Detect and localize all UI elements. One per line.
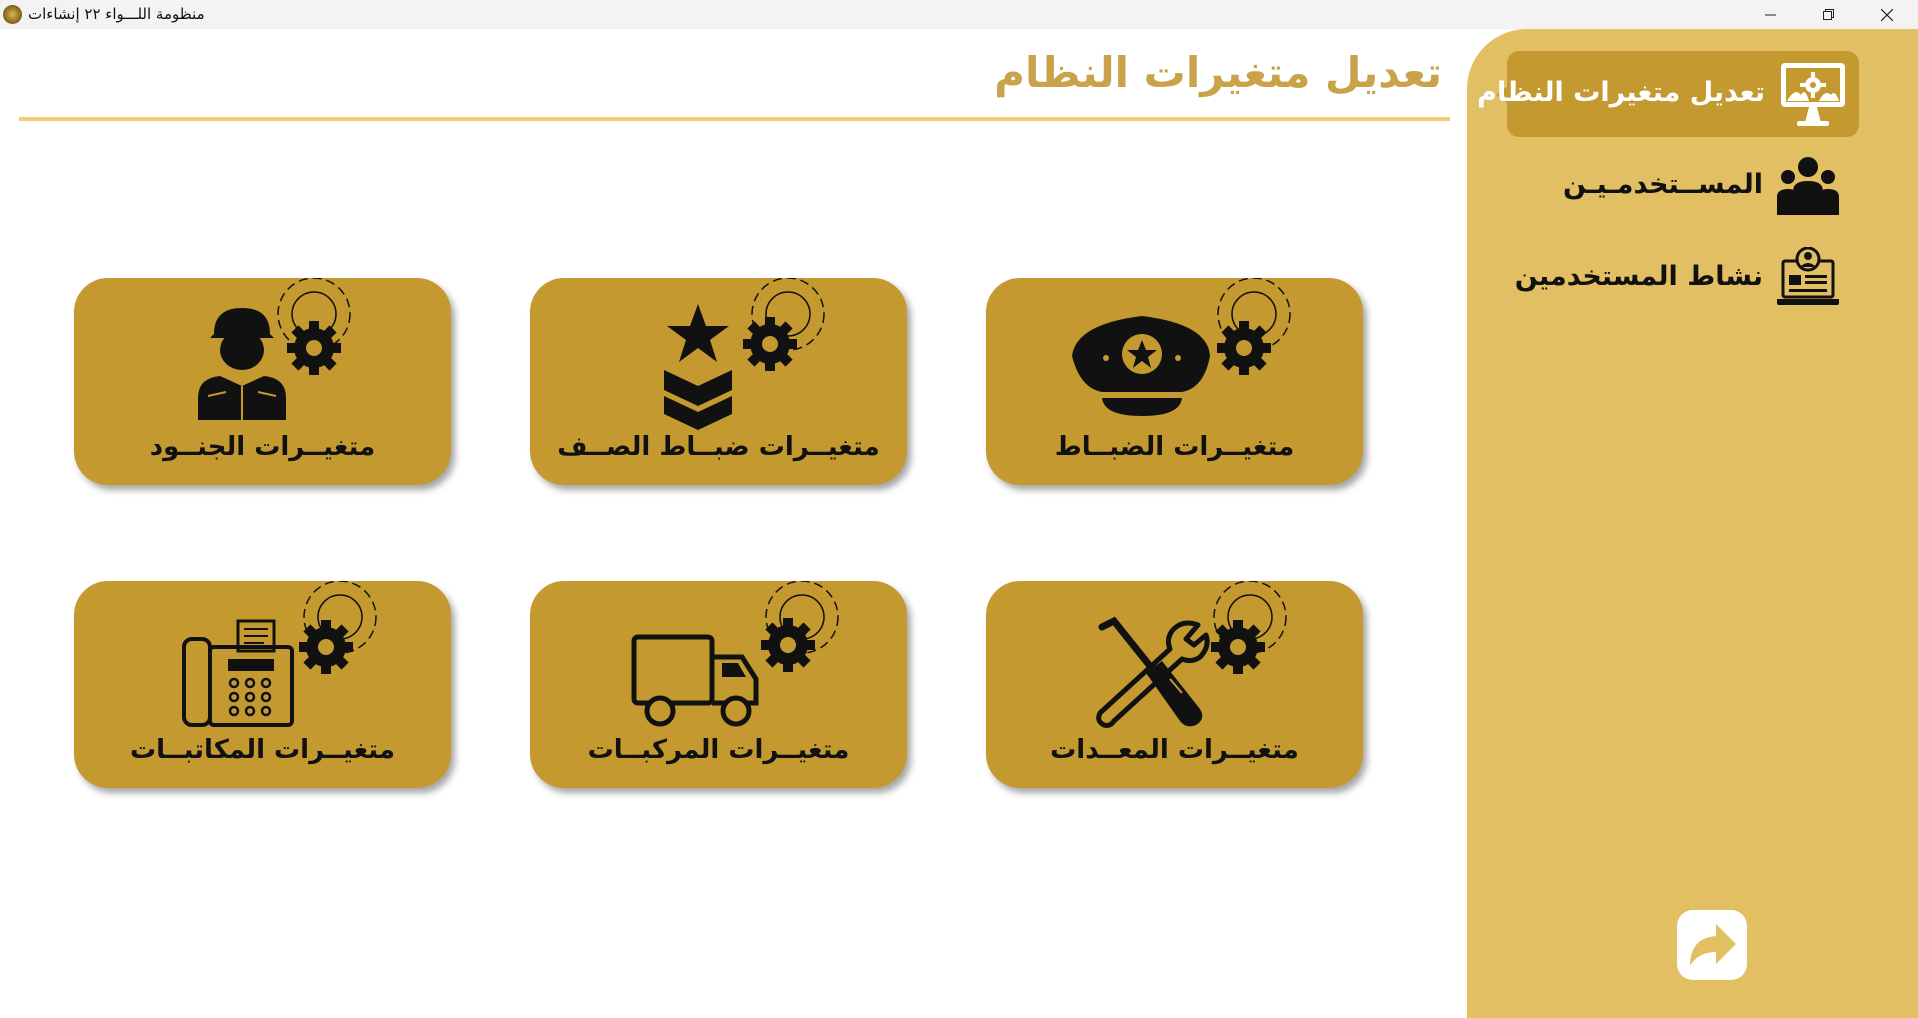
close-button[interactable] <box>1864 0 1910 29</box>
title-divider <box>19 117 1450 121</box>
minimize-button[interactable] <box>1748 0 1794 29</box>
sidebar-item-label: المســتخدمـيـن <box>1563 169 1763 200</box>
equipment-variables-card[interactable]: متغيــرات المعــدات <box>986 581 1363 788</box>
card-label: متغيــرات ضبــاط الصــف <box>557 432 880 462</box>
app-logo-icon <box>3 5 22 24</box>
restore-button[interactable] <box>1806 0 1852 29</box>
restore-icon <box>1823 8 1834 20</box>
card-label: متغيــرات المعــدات <box>1050 735 1299 765</box>
window-title: منظومة اللـــواء ٢٢ إنشاءات <box>28 5 205 23</box>
truck-settings-icon <box>631 581 839 727</box>
sidebar-item-users[interactable]: المســتخدمـيـن <box>1507 151 1859 221</box>
correspondence-variables-card[interactable]: متغيــرات المكاتبــات <box>74 581 451 788</box>
page-title: تعديل متغيرات النظام <box>994 48 1442 97</box>
officer-cap-settings-icon <box>1072 278 1291 416</box>
user-activity-laptop-icon <box>1777 247 1839 305</box>
forward-arrow-icon <box>1690 924 1736 966</box>
soldiers-variables-card[interactable]: متغيــرات الجنــود <box>74 278 451 485</box>
window-titlebar: منظومة اللـــواء ٢٢ إنشاءات <box>0 0 1918 29</box>
card-label: متغيــرات المركبــات <box>587 735 850 765</box>
officers-variables-card[interactable]: متغيــرات الضبــاط <box>986 278 1363 485</box>
card-label: متغيــرات الضبــاط <box>1054 432 1295 462</box>
close-icon <box>1881 8 1893 21</box>
card-label: متغيــرات الجنــود <box>149 432 376 462</box>
sidebar-item-user-activity[interactable]: نشاط المستخدمين <box>1507 243 1859 313</box>
soldier-settings-icon <box>198 278 351 420</box>
card-label: متغيــرات المكاتبــات <box>129 735 396 765</box>
minimize-icon <box>1765 14 1776 15</box>
nco-variables-card[interactable]: متغيــرات ضبــاط الصــف <box>530 278 907 485</box>
vehicles-variables-card[interactable]: متغيــرات المركبــات <box>530 581 907 788</box>
tools-settings-icon <box>1096 581 1287 728</box>
users-group-icon <box>1777 157 1839 215</box>
sidebar-item-label: تعديل متغيرات النظام <box>1477 77 1765 108</box>
sidebar-item-system-variables[interactable]: تعديل متغيرات النظام <box>1477 51 1859 137</box>
monitor-settings-icon <box>1781 63 1845 126</box>
sidebar: تعديل متغيرات النظام المســتخدمـيـن نشاط… <box>1467 29 1918 1018</box>
nco-rank-settings-icon <box>664 278 825 430</box>
fax-settings-icon <box>182 581 377 727</box>
sidebar-item-label: نشاط المستخدمين <box>1514 261 1763 292</box>
back-button[interactable] <box>1677 910 1747 980</box>
